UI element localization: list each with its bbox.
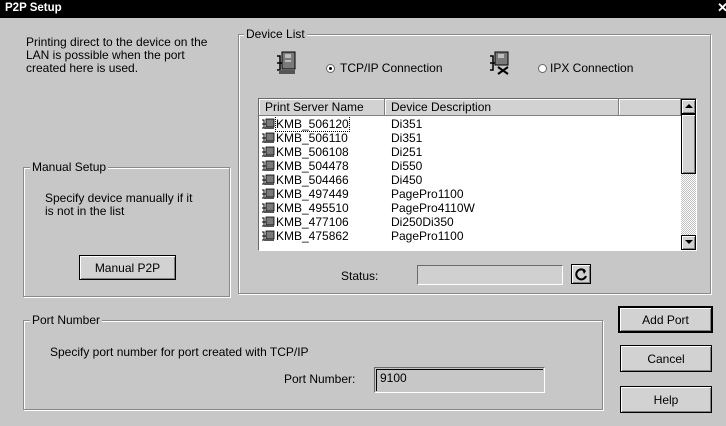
port-number-group — [23, 320, 603, 410]
port-number-value: 9100 — [380, 371, 407, 385]
network-printer-icon — [262, 230, 275, 241]
table-row[interactable]: KMB_506110 Di351 — [259, 131, 679, 145]
row-server-name: KMB_506108 — [276, 145, 349, 159]
network-printer-icon — [262, 174, 275, 185]
row-server-name: KMB_506110 — [276, 131, 348, 145]
manual-p2p-button[interactable]: Manual P2P — [79, 255, 176, 280]
vertical-scrollbar[interactable] — [681, 99, 696, 250]
tcpip-label[interactable]: TCP/IP Connection — [340, 62, 443, 75]
network-printer-icon — [262, 188, 275, 199]
add-port-button[interactable]: Add Port — [618, 306, 713, 333]
device-list-table[interactable]: Print Server Name Device Description KMB… — [258, 98, 697, 251]
column-header-name[interactable]: Print Server Name — [259, 99, 385, 116]
device-rows: KMB_506120 Di351 KMB_506110 Di351 KMB_506108… — [259, 117, 681, 250]
network-printer-icon — [277, 51, 296, 74]
scroll-thumb[interactable] — [681, 114, 696, 174]
network-printer-icon — [262, 202, 275, 213]
table-row[interactable]: KMB_504466 Di450 — [259, 173, 679, 187]
close-icon[interactable]: ✕ — [717, 1, 726, 15]
table-row[interactable]: KMB_504478 Di550 — [259, 159, 679, 173]
row-server-name: KMB_497449 — [276, 187, 349, 201]
cancel-button[interactable]: Cancel — [620, 345, 712, 372]
network-printer-icon — [262, 160, 275, 171]
port-number-field[interactable]: 9100 — [374, 367, 545, 393]
ipx-label[interactable]: IPX Connection — [550, 62, 633, 75]
table-row[interactable]: KMB_497449 PagePro1100 — [259, 187, 679, 201]
row-server-name: KMB_495510 — [276, 201, 349, 215]
row-device-description: Di450 — [391, 173, 423, 187]
row-device-description: PagePro4110W — [391, 201, 475, 215]
network-printer-icon — [262, 118, 275, 129]
intro-line-3: created here is used. — [26, 61, 139, 75]
network-printer-icon — [262, 146, 275, 157]
table-row[interactable]: KMB_475862 PagePro1100 — [259, 229, 679, 243]
row-server-name: KMB_504466 — [276, 173, 349, 187]
network-printer-icon — [262, 132, 275, 143]
row-server-name: KMB_504478 — [276, 159, 349, 173]
row-device-description: Di351 — [391, 131, 423, 145]
help-button[interactable]: Help — [620, 386, 712, 413]
manual-setup-text: Specify device manually if it is not in … — [45, 192, 192, 218]
row-device-description: Di250Di350 — [391, 215, 454, 229]
refresh-icon — [575, 268, 587, 281]
table-row[interactable]: KMB_506120 Di351 — [259, 117, 679, 132]
table-row[interactable]: KMB_477106 Di250Di350 — [259, 215, 679, 229]
port-number-description: Specify port number for port created wit… — [50, 345, 309, 359]
scroll-down-button[interactable] — [681, 235, 696, 250]
row-device-description: Di550 — [391, 159, 423, 173]
device-list-legend: Device List — [244, 27, 307, 41]
network-printer-icon — [262, 216, 275, 227]
column-header-description[interactable]: Device Description — [385, 99, 619, 116]
manual-setup-legend: Manual Setup — [30, 160, 109, 174]
row-server-name: KMB_475862 — [276, 229, 349, 243]
manual-setup-line-2: is not in the list — [45, 204, 125, 218]
port-number-legend: Port Number — [30, 313, 103, 327]
row-device-description: PagePro1100 — [391, 229, 464, 243]
row-server-name: KMB_506120 — [275, 117, 350, 132]
title-bar: P2P Setup ✕ — [0, 0, 726, 18]
refresh-button[interactable] — [571, 264, 591, 284]
status-bar — [417, 265, 563, 285]
intro-text: Printing direct to the device on the LAN… — [26, 36, 207, 75]
row-device-description: Di351 — [391, 117, 423, 131]
row-device-description: PagePro1100 — [391, 187, 464, 201]
scroll-up-button[interactable] — [681, 99, 696, 114]
port-number-label: Port Number: — [284, 372, 356, 386]
table-row[interactable]: KMB_506108 Di251 — [259, 145, 679, 159]
tcpip-radio[interactable] — [326, 64, 335, 73]
column-header-empty — [619, 99, 681, 116]
table-row[interactable]: KMB_495510 PagePro4110W — [259, 201, 679, 215]
row-server-name: KMB_477106 — [276, 215, 349, 229]
row-device-description: Di251 — [391, 145, 423, 159]
status-label: Status: — [341, 269, 379, 283]
ipx-radio[interactable] — [538, 64, 547, 73]
window-title: P2P Setup — [5, 2, 62, 14]
ipx-printer-icon — [490, 51, 509, 75]
